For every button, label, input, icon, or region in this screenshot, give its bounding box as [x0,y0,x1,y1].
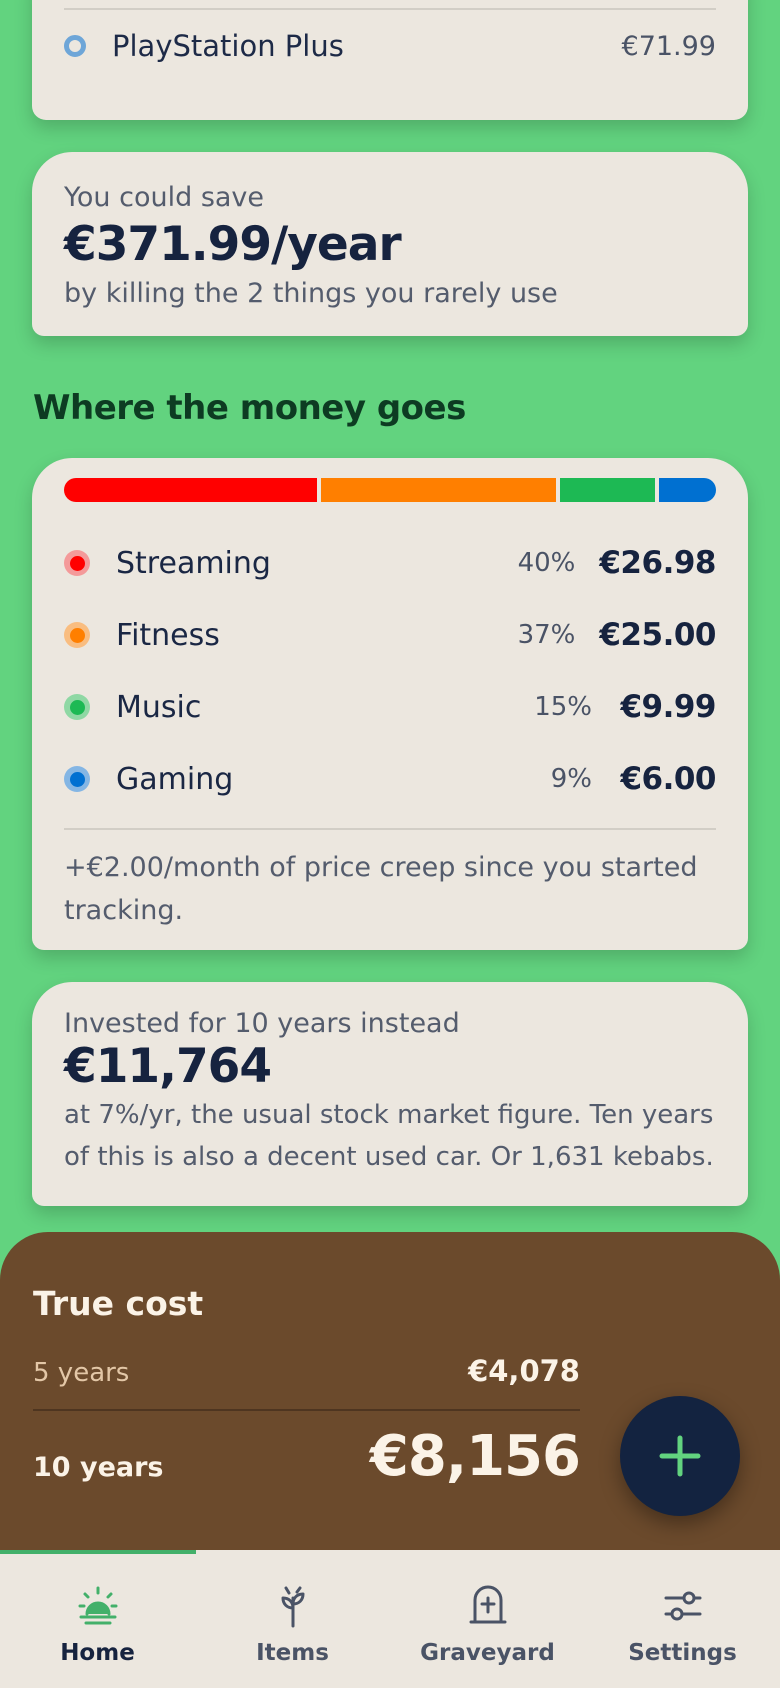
category-percent: 40% [517,548,576,578]
true-cost-divider [33,1409,580,1411]
category-dot [64,35,86,57]
sprout-icon [281,1586,304,1628]
invest-intro: Invested for 10 years instead [64,1008,460,1039]
category-row-music[interactable]: Music 15% €9.99 [64,682,717,732]
sliders-icon [664,1591,701,1621]
five-year-label: 5 years [33,1358,130,1388]
breakdown-divider [64,828,716,830]
category-row-streaming[interactable]: Streaming 40% €26.98 [64,538,716,588]
five-year-value: €4,078 [468,1354,580,1388]
share-segment-streaming [64,478,318,502]
plus-icon [659,1435,701,1477]
category-dot [64,622,90,648]
category-name: Fitness [116,617,220,653]
category-dot [64,694,90,720]
add-item-button[interactable] [620,1396,740,1516]
nav-item-items[interactable]: Items [195,1550,390,1688]
nav-label: Home [60,1640,135,1666]
subscription-row-playstation-plus[interactable]: PlayStation Plus €71.99 [64,24,716,68]
sunrise-icon [78,1586,117,1625]
nav-item-home[interactable]: Home [0,1550,195,1688]
category-name: Gaming [116,761,234,797]
category-dot [64,550,90,576]
savings-card: You could save €371.99/year by killing t… [32,152,748,336]
invest-card: Invested for 10 years instead €11,764 at… [32,982,748,1206]
nav-item-graveyard[interactable]: Graveyard [390,1550,585,1688]
true-cost-title: True cost [33,1284,204,1323]
subscription-name: PlayStation Plus [112,29,344,63]
invest-note: at 7%/yr, the usual stock market figure.… [64,1100,714,1172]
savings-note: by killing the 2 things you rarely use [64,278,558,309]
ten-year-value: €8,156 [369,1424,581,1489]
category-amount: €25.00 [599,617,716,653]
nav-label: Settings [628,1640,737,1666]
section-heading-breakdown: Where the money goes [33,388,466,428]
nav-label: Items [256,1640,329,1666]
category-name: Streaming [116,545,271,581]
share-segment-music [559,478,655,502]
invest-amount: €11,764 [64,1039,272,1094]
category-amount: €6.00 [620,761,716,797]
category-percent: 37% [517,620,576,650]
savings-amount: €371.99/year [64,217,402,272]
category-share-bar [64,478,716,502]
share-segment-gaming [658,478,716,502]
nav-label: Graveyard [420,1640,555,1666]
category-percent: 9% [550,764,592,794]
category-name: Music [116,689,202,725]
category-amount: €9.99 [620,689,716,725]
category-amount: €26.98 [599,545,716,581]
ten-year-label: 10 years [33,1452,164,1483]
price-creep-note: +€2.00/month of price creep since you st… [64,852,698,926]
subscription-list-card: PlayStation Plus €71.99 [32,0,748,120]
bottom-navigation: Home Items Graveyard Settings [0,1550,780,1688]
savings-intro: You could save [64,182,265,213]
category-dot [64,766,90,792]
share-segment-fitness [321,478,556,502]
category-row-fitness[interactable]: Fitness 37% €25.00 [64,610,716,660]
list-divider [64,8,716,10]
spending-breakdown-card: Streaming 40% €26.98 Fitness 37% €25.00 … [32,458,748,950]
category-percent: 15% [534,692,592,722]
category-row-gaming[interactable]: Gaming 9% €6.00 [64,754,717,804]
active-tab-indicator [0,1550,196,1554]
subscription-price: €71.99 [621,30,716,62]
nav-item-settings[interactable]: Settings [585,1550,780,1688]
tombstone-icon [469,1585,506,1624]
